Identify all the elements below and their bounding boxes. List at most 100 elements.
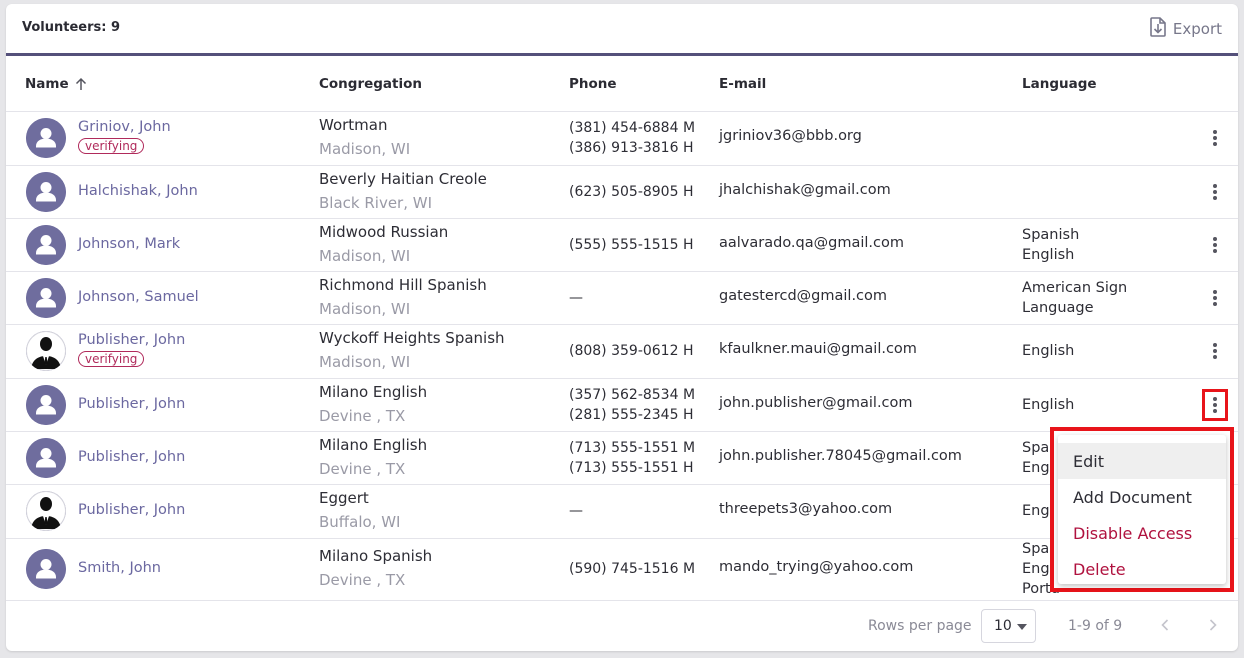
phone-cell: (713) 555-1551 M (713) 555-1551 H <box>569 438 695 478</box>
name-cell: Halchishak, John <box>78 183 198 199</box>
volunteer-name-link[interactable]: Johnson, Samuel <box>78 289 199 305</box>
more-actions-icon[interactable] <box>1202 388 1228 421</box>
caret-down-icon <box>1017 624 1027 630</box>
more-actions-icon[interactable] <box>1202 283 1228 313</box>
email-cell: jhalchishak@gmail.com <box>719 181 891 198</box>
language-item: Spanish <box>1022 226 1080 243</box>
congregation-cell: Wyckoff Heights Spanish Madison, WI <box>319 329 505 371</box>
rows-per-page-select[interactable]: 10 <box>981 609 1036 643</box>
more-actions-icon[interactable] <box>1202 230 1228 260</box>
volunteer-name-link[interactable]: Publisher, John <box>78 449 185 465</box>
export-button[interactable]: Export <box>1149 17 1222 41</box>
phone-cell: (381) 454-6884 M (386) 913-3816 H <box>569 118 695 158</box>
phone-cell: (623) 505-8905 H <box>569 182 693 202</box>
table-row: Publisher, John verifying Wyckoff Heights … <box>6 324 1238 379</box>
congregation-location: Buffalo, WI <box>319 513 401 531</box>
menu-item-edit[interactable]: Edit <box>1058 443 1226 479</box>
more-actions-icon[interactable] <box>1202 177 1228 207</box>
congregation-location: Black River, WI <box>319 193 433 212</box>
congregation-cell: Wortman Madison, WI <box>319 116 410 158</box>
column-header-email[interactable]: E-mail <box>719 76 766 92</box>
column-header-language[interactable]: Language <box>1022 76 1097 92</box>
language-item: English <box>1022 246 1075 263</box>
phone-cell: — <box>569 288 583 308</box>
status-badge: verifying <box>78 351 145 367</box>
export-icon <box>1149 17 1167 41</box>
column-header-congregation[interactable]: Congregation <box>319 76 422 92</box>
column-header-phone[interactable]: Phone <box>569 76 617 92</box>
phone-number: (357) 562-8534 M <box>569 386 696 403</box>
sort-arrow-up-icon[interactable] <box>75 77 87 91</box>
email-cell: john.publisher@gmail.com <box>719 394 913 411</box>
volunteer-name-link[interactable]: Publisher, John <box>78 502 185 518</box>
phone-number: (281) 555-2345 H <box>569 406 694 423</box>
phone-number: (381) 454-6884 M <box>569 120 696 136</box>
congregation-name: Beverly Haitian Creole <box>319 169 487 188</box>
phone-cell: (808) 359-0612 H <box>569 341 693 361</box>
congregation-location: Madison, WI <box>319 353 411 371</box>
language-item: English <box>1022 343 1075 359</box>
email-cell: gatestercd@gmail.com <box>719 287 888 304</box>
avatar-photo <box>26 491 66 531</box>
congregation-name: Eggert <box>319 489 369 507</box>
rows-per-page-label: Rows per page <box>868 618 972 634</box>
email-cell: jgriniov36@bbb.org <box>719 128 862 144</box>
rows-per-page-value: 10 <box>994 618 1012 634</box>
more-actions-icon[interactable] <box>1202 123 1228 153</box>
avatar-photo <box>26 331 66 371</box>
congregation-cell: Eggert Buffalo, WI <box>319 489 400 531</box>
avatar-placeholder-icon <box>26 224 66 265</box>
name-cell: Publisher, John <box>78 502 185 518</box>
congregation-cell: Milano English Devine , TX <box>319 436 427 478</box>
name-cell: Smith, John <box>78 560 161 576</box>
volunteer-name-link[interactable]: Johnson, Mark <box>78 236 180 252</box>
volunteer-name-link[interactable]: Smith, John <box>78 560 161 576</box>
name-cell: Publisher, John <box>78 396 185 412</box>
more-actions-icon[interactable] <box>1202 336 1228 366</box>
chevron-right-icon[interactable] <box>1206 616 1220 634</box>
phone-number: (713) 555-1551 M <box>569 439 696 456</box>
congregation-name: Wyckoff Heights Spanish <box>319 329 505 347</box>
column-header-name[interactable]: Name <box>25 76 87 92</box>
phone-number: — <box>569 503 583 519</box>
page-range: 1-9 of 9 <box>1068 618 1123 634</box>
phone-number: (590) 745-1516 M <box>569 561 696 577</box>
volunteer-name-link[interactable]: Publisher, John <box>78 332 185 348</box>
phone-number: — <box>569 289 583 306</box>
language-item: English <box>1022 396 1075 413</box>
volunteer-name-link[interactable]: Publisher, John <box>78 396 185 412</box>
congregation-location: Devine , TX <box>319 571 406 589</box>
congregation-cell: Milano Spanish Devine , TX <box>319 547 432 589</box>
name-cell: Publisher, John verifying <box>78 332 185 367</box>
table-row: Halchishak, John Beverly Haitian Creole Bl… <box>6 165 1238 219</box>
phone-cell: (555) 555-1515 H <box>569 235 693 255</box>
volunteer-name-link[interactable]: Halchishak, John <box>78 183 198 199</box>
congregation-location: Madison, WI <box>319 299 411 318</box>
context-menu-highlight: Edit Add Document Disable Access Delete <box>1050 427 1234 592</box>
menu-item-disable-access[interactable]: Disable Access <box>1058 515 1226 551</box>
column-name-label: Name <box>25 76 69 92</box>
row-actions-menu: Edit Add Document Disable Access Delete <box>1058 435 1226 584</box>
congregation-cell: Beverly Haitian Creole Black River, WI <box>319 170 487 212</box>
name-cell: Johnson, Samuel <box>78 289 199 305</box>
menu-item-add-document[interactable]: Add Document <box>1058 479 1226 515</box>
toolbar: Volunteers: 9 Export <box>6 4 1238 56</box>
congregation-location: Devine , TX <box>319 459 406 478</box>
phone-number: (555) 555-1515 H <box>569 236 694 253</box>
menu-item-delete[interactable]: Delete <box>1058 551 1226 587</box>
status-badge: verifying <box>78 138 145 154</box>
email-cell: mando_trying@yahoo.com <box>719 559 914 575</box>
chevron-left-icon[interactable] <box>1158 616 1172 634</box>
language-cell: American Sign Language <box>1022 278 1127 318</box>
page-title: Volunteers: 9 <box>22 20 121 35</box>
language-cell: Spanish English <box>1022 225 1079 265</box>
name-cell: Publisher, John <box>78 449 185 465</box>
volunteer-name-link[interactable]: Griniov, John <box>78 119 171 135</box>
congregation-name: Richmond Hill Spanish <box>319 275 487 294</box>
name-cell: Johnson, Mark <box>78 236 180 252</box>
congregation-cell: Milano English Devine , TX <box>319 383 427 425</box>
table-row: Johnson, Mark Midwood Russian Madison, WI (… <box>6 218 1238 272</box>
congregation-name: Midwood Russian <box>319 222 449 241</box>
pagination: Rows per page 10 1-9 of 9 <box>6 600 1238 651</box>
table-row: Johnson, Samuel Richmond Hill Spanish Madi… <box>6 271 1238 325</box>
